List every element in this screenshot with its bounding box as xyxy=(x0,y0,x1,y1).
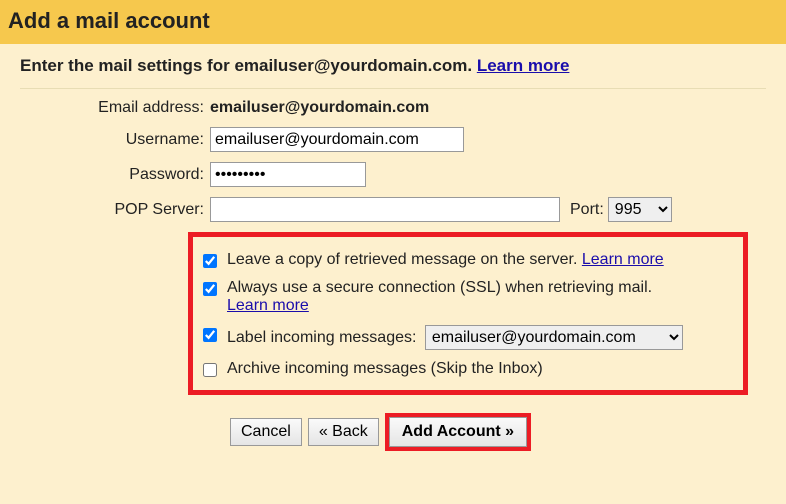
dialog-content: Enter the mail settings for emailuser@yo… xyxy=(0,44,786,504)
button-row: Cancel « Back Add Account » xyxy=(230,413,766,451)
option-leave-copy-text: Leave a copy of retrieved message on the… xyxy=(227,251,664,269)
back-button[interactable]: « Back xyxy=(308,418,379,446)
ssl-learn-more-link[interactable]: Learn more xyxy=(227,297,309,314)
username-input[interactable] xyxy=(210,127,464,152)
leave-copy-checkbox[interactable] xyxy=(203,254,217,268)
leave-copy-learn-more-link[interactable]: Learn more xyxy=(582,251,664,268)
option-label-incoming-row: Label incoming messages: emailuser@yourd… xyxy=(203,325,733,350)
dialog-title: Add a mail account xyxy=(0,0,786,44)
label-incoming-checkbox[interactable] xyxy=(203,328,217,342)
divider xyxy=(20,88,766,89)
label-email-address: Email address: xyxy=(20,99,210,117)
row-password: Password: xyxy=(20,162,766,187)
label-password: Password: xyxy=(20,166,210,184)
row-pop-server: POP Server: Port: 995 xyxy=(20,197,766,222)
header-learn-more-link[interactable]: Learn more xyxy=(477,56,570,75)
option-ssl-row: Always use a secure connection (SSL) whe… xyxy=(203,279,733,315)
option-leave-copy-row: Leave a copy of retrieved message on the… xyxy=(203,251,733,269)
label-incoming-select[interactable]: emailuser@yourdomain.com xyxy=(425,325,683,350)
value-email-address: emailuser@yourdomain.com xyxy=(210,99,429,117)
header-prefix: Enter the mail settings for xyxy=(20,56,234,75)
header-email: emailuser@yourdomain.com xyxy=(234,56,467,75)
label-username: Username: xyxy=(20,131,210,149)
row-email-address: Email address: emailuser@yourdomain.com xyxy=(20,99,766,117)
pop-server-input[interactable] xyxy=(210,197,560,222)
label-port: Port: xyxy=(570,201,604,219)
row-username: Username: xyxy=(20,127,766,152)
password-input[interactable] xyxy=(210,162,366,187)
option-label-incoming-text: Label incoming messages: emailuser@yourd… xyxy=(227,325,683,350)
option-ssl-text: Always use a secure connection (SSL) whe… xyxy=(227,279,652,315)
label-pop-server: POP Server: xyxy=(20,201,210,219)
ssl-label: Always use a secure connection (SSL) whe… xyxy=(227,279,652,296)
header-suffix: . xyxy=(467,56,476,75)
port-select[interactable]: 995 xyxy=(608,197,672,222)
cancel-button[interactable]: Cancel xyxy=(230,418,302,446)
add-account-button[interactable]: Add Account » xyxy=(389,417,527,447)
option-archive-row: Archive incoming messages (Skip the Inbo… xyxy=(203,360,733,378)
add-account-highlight: Add Account » xyxy=(385,413,531,451)
label-incoming-label: Label incoming messages: xyxy=(227,329,421,346)
archive-checkbox[interactable] xyxy=(203,363,217,377)
option-archive-text: Archive incoming messages (Skip the Inbo… xyxy=(227,360,543,378)
leave-copy-label: Leave a copy of retrieved message on the… xyxy=(227,251,582,268)
archive-label: Archive incoming messages (Skip the Inbo… xyxy=(227,360,543,377)
options-highlight-box: Leave a copy of retrieved message on the… xyxy=(188,232,748,395)
ssl-checkbox[interactable] xyxy=(203,282,217,296)
header-instruction: Enter the mail settings for emailuser@yo… xyxy=(20,56,766,88)
